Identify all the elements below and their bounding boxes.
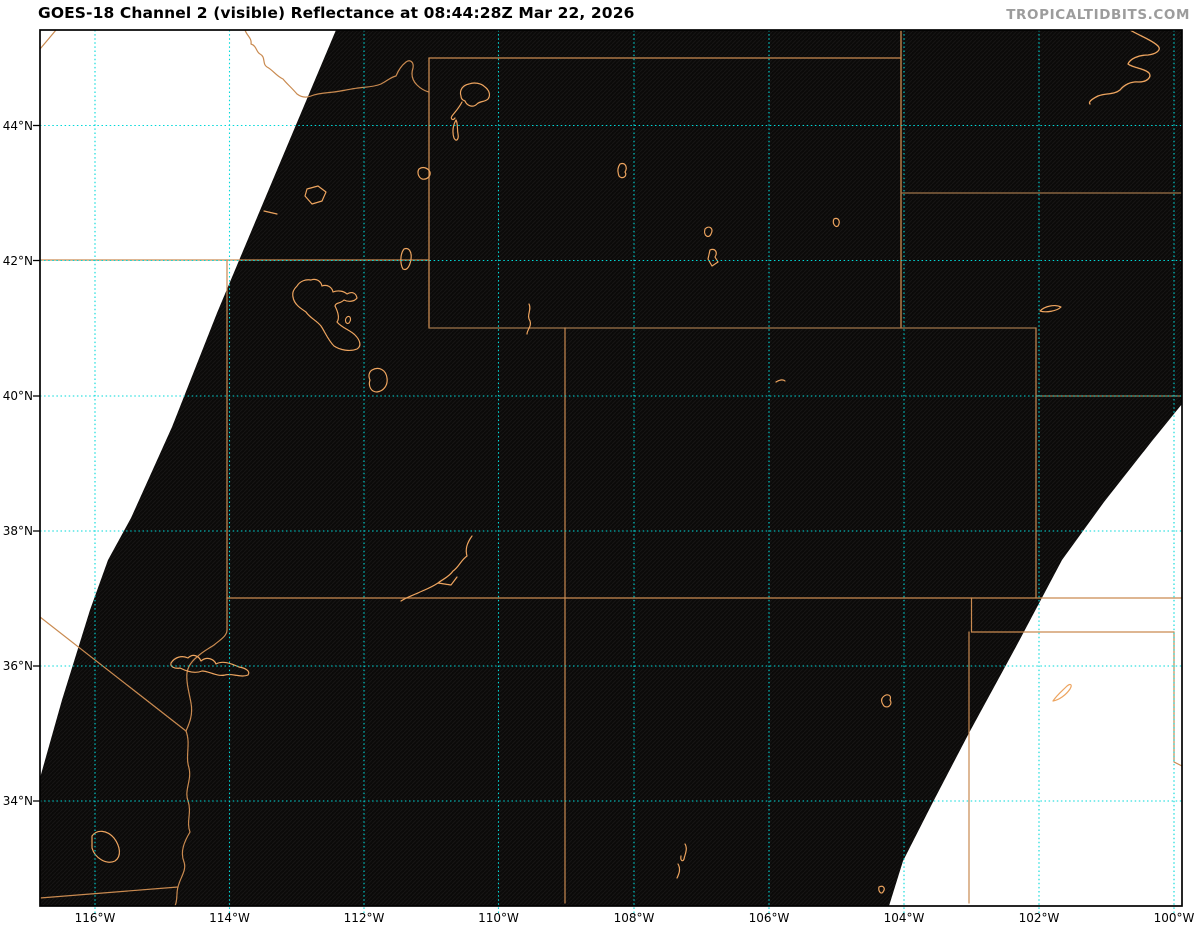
x-tick-label-6: 104°W [883,911,925,925]
y-tick-label-4: 36°N [2,659,33,673]
border-corner-arc [40,30,57,50]
x-tick-label-0: 116°W [74,911,116,925]
satellite-map [33,29,1183,913]
lake-meredith [1052,683,1072,702]
x-tick-label-2: 112°W [343,911,385,925]
border-100w-tx-ok [1173,631,1182,767]
x-tick-label-7: 102°W [1018,911,1060,925]
y-tick-label-2: 40°N [2,389,33,403]
y-tick-label-1: 42°N [2,253,33,268]
swath-texture [40,30,1182,906]
x-tick-label-5: 106°W [748,911,790,925]
y-tick-label-0: 44°N [2,118,33,133]
satellite-swath [40,30,1182,906]
x-tick-label-3: 110°W [478,911,519,925]
x-tick-label-8: 100°W [1153,911,1195,925]
x-tick-label-1: 114°W [209,911,250,925]
y-tick-label-5: 34°N [2,794,33,808]
goes-satellite-page: GOES-18 Channel 2 (visible) Reflectance … [0,0,1200,929]
axis-ticks [33,124,40,802]
y-tick-label-3: 38°N [2,524,33,538]
x-tick-label-4: 108°W [613,911,655,925]
